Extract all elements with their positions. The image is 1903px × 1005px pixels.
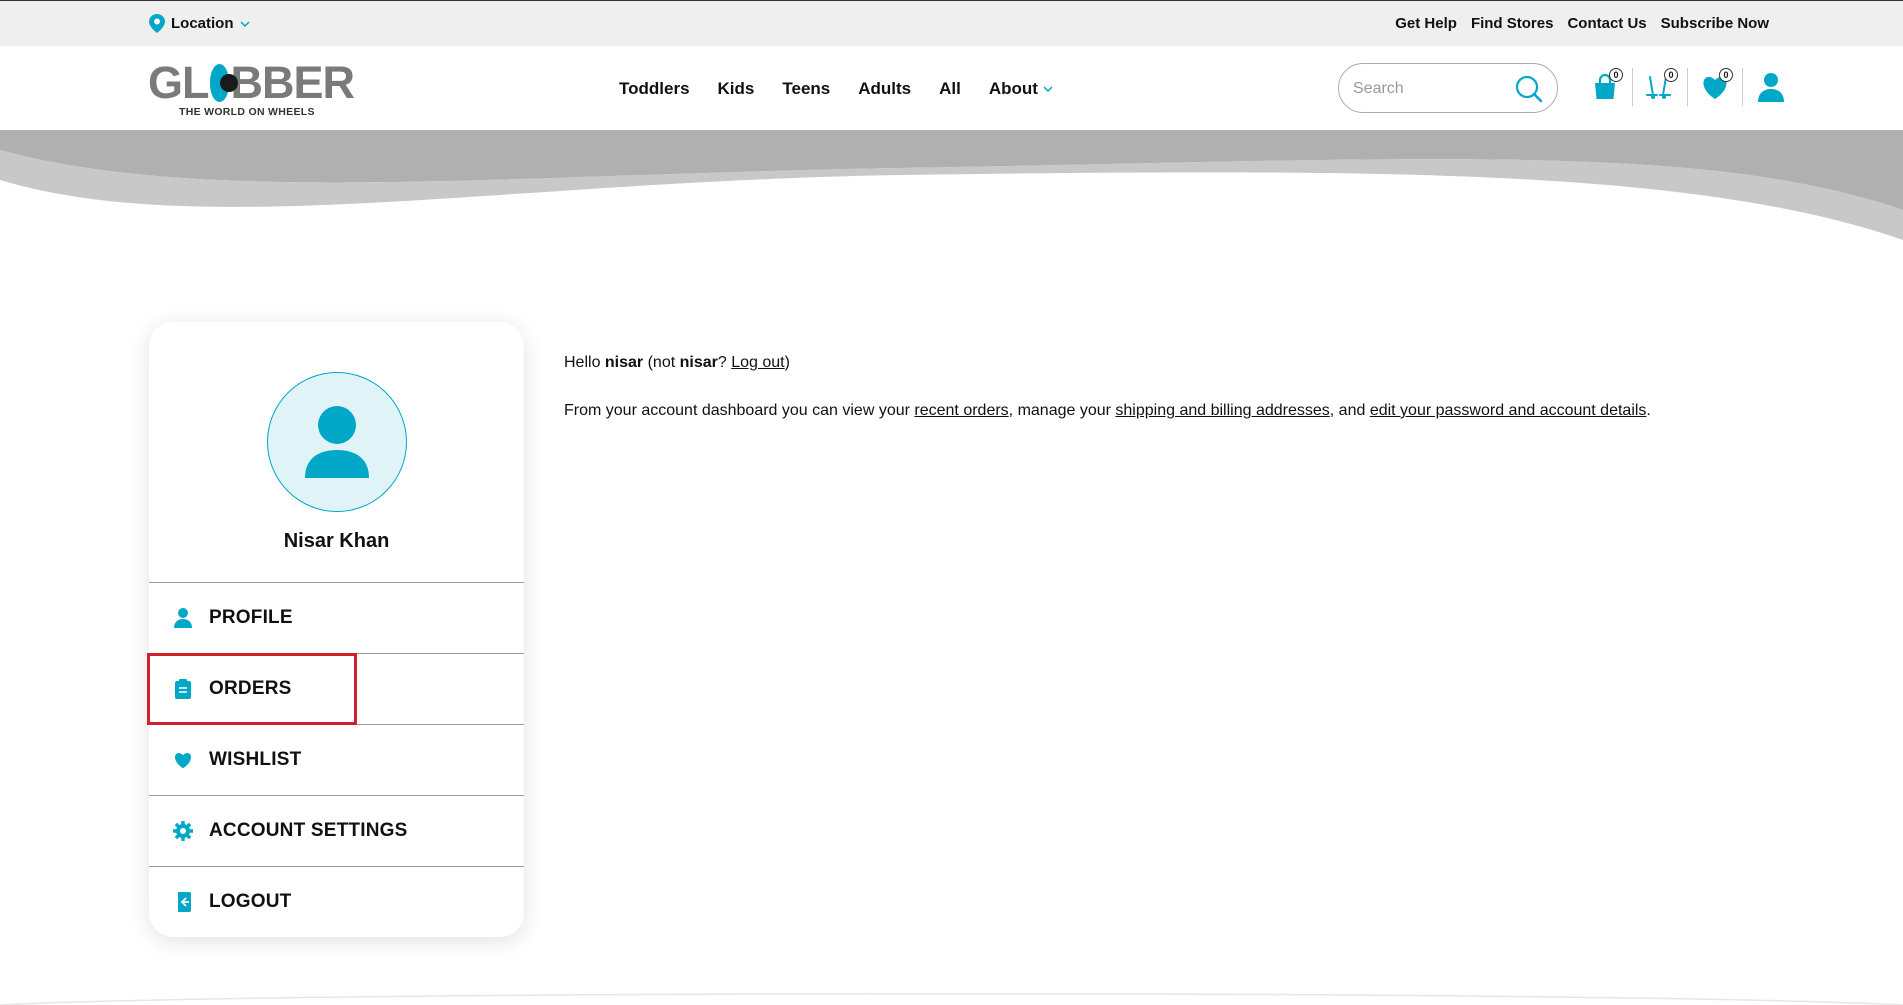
subscribe-now-link[interactable]: Subscribe Now <box>1661 15 1769 32</box>
dashboard-description: From your account dashboard you can view… <box>564 400 1651 422</box>
wishlist-count: 0 <box>1719 68 1733 82</box>
main-nav: Toddlers Kids Teens Adults All About <box>619 79 1053 99</box>
user-name: Nisar Khan <box>283 530 390 552</box>
compare-button[interactable]: 0 <box>1633 68 1688 106</box>
menu-item-label: PROFILE <box>209 607 293 628</box>
search-input[interactable] <box>1353 77 1503 101</box>
heart-icon <box>175 752 191 769</box>
logout-icon <box>178 892 191 912</box>
greeting-text: Hello <box>564 354 605 371</box>
location-label: Location <box>171 15 234 32</box>
cart-button[interactable]: 0 <box>1578 68 1633 106</box>
addresses-link[interactable]: shipping and billing addresses <box>1115 402 1329 419</box>
compare-count: 0 <box>1664 68 1678 82</box>
globber-logo[interactable]: GL BBER THE WORLD ON WHEELS <box>148 57 355 118</box>
footer-wave <box>0 993 1903 1005</box>
clipboard-icon <box>175 679 191 699</box>
top-links: Get Help Find Stores Contact Us Subscrib… <box>1395 15 1769 32</box>
description-text: From your account dashboard you can view… <box>564 402 915 419</box>
account-menu: PROFILE ORDERS WISHLIST ACCOUNT SETTINGS… <box>149 582 524 937</box>
contact-us-link[interactable]: Contact Us <box>1567 15 1646 32</box>
wishlist-button[interactable]: 0 <box>1688 68 1743 106</box>
account-sidebar-card: Nisar Khan PROFILE ORDERS WISHLIST ACCOU… <box>149 322 524 937</box>
menu-item-label: WISHLIST <box>209 749 302 770</box>
site-header: GL BBER THE WORLD ON WHEELS Toddlers Kids… <box>0 46 1903 130</box>
description-text: . <box>1646 402 1651 419</box>
greeting-text: ) <box>784 354 790 371</box>
description-text: , manage your <box>1008 402 1116 419</box>
account-details-link[interactable]: edit your password and account details <box>1370 402 1647 419</box>
greeting-text: ? <box>717 354 732 371</box>
cart-count: 0 <box>1609 68 1623 82</box>
recent-orders-link[interactable]: recent orders <box>914 402 1008 419</box>
menu-item-wishlist[interactable]: WISHLIST <box>149 724 524 795</box>
header-wave-banner <box>0 130 1903 240</box>
greeting-username-alt: nisar <box>679 354 718 371</box>
search-icon[interactable] <box>1515 75 1543 108</box>
top-bar: Location Get Help Find Stores Contact Us… <box>0 0 1903 46</box>
menu-item-logout[interactable]: LOGOUT <box>149 866 524 937</box>
greeting-line: Hello nisar (not nisar? Log out) <box>564 352 1651 374</box>
greeting-text: (not <box>643 354 680 371</box>
logo-wordmark: GL BBER <box>148 57 355 108</box>
location-pin-icon <box>149 14 165 33</box>
dashboard-content: Hello nisar (not nisar? Log out) From yo… <box>564 352 1651 448</box>
find-stores-link[interactable]: Find Stores <box>1471 15 1554 32</box>
header-icons: 0 0 0 <box>1578 68 1798 106</box>
nav-teens[interactable]: Teens <box>782 79 830 99</box>
nav-about-label: About <box>988 79 1038 98</box>
menu-item-orders[interactable]: ORDERS <box>149 653 524 724</box>
nav-kids[interactable]: Kids <box>718 79 755 99</box>
search-box <box>1338 63 1558 113</box>
chevron-down-icon <box>239 20 250 27</box>
account-button[interactable] <box>1743 68 1798 106</box>
user-icon <box>1757 73 1784 102</box>
get-help-link[interactable]: Get Help <box>1395 15 1457 32</box>
menu-item-account-settings[interactable]: ACCOUNT SETTINGS <box>149 795 524 866</box>
greeting-username: nisar <box>604 354 644 371</box>
chevron-down-icon <box>1043 86 1053 92</box>
description-text: , and <box>1329 402 1370 419</box>
location-selector[interactable]: Location <box>149 14 250 33</box>
menu-item-label: ORDERS <box>209 678 292 699</box>
nav-about[interactable]: About <box>989 79 1053 99</box>
nav-all[interactable]: All <box>939 79 961 99</box>
nav-toddlers[interactable]: Toddlers <box>619 79 690 99</box>
menu-item-label: LOGOUT <box>209 891 292 912</box>
gear-icon <box>173 821 193 841</box>
logout-link[interactable]: Log out <box>731 354 784 371</box>
menu-item-label: ACCOUNT SETTINGS <box>209 820 408 841</box>
nav-adults[interactable]: Adults <box>858 79 911 99</box>
user-icon <box>174 608 192 628</box>
user-avatar-icon <box>305 406 369 478</box>
menu-item-profile[interactable]: PROFILE <box>149 582 524 653</box>
logo-wheel-icon <box>209 63 238 102</box>
avatar <box>267 372 407 512</box>
